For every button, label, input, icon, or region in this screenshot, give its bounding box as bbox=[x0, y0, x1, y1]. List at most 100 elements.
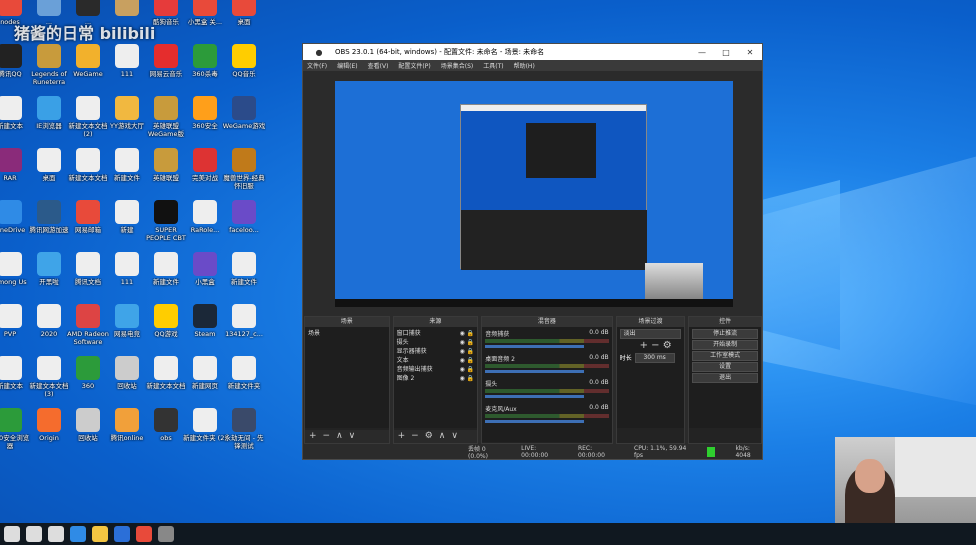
volume-fader[interactable] bbox=[485, 370, 584, 373]
app-icon bbox=[0, 200, 22, 224]
desktop-icon[interactable]: 新建文本文档 (3) bbox=[27, 356, 71, 398]
desktop-icon[interactable]: AMD Radeon Software bbox=[66, 304, 110, 346]
desktop-icon[interactable]: 111 bbox=[105, 252, 149, 294]
desktop-icon[interactable]: 网易邮箱 bbox=[66, 200, 110, 242]
store-icon[interactable] bbox=[114, 526, 130, 542]
desktop-icon[interactable]: 134127_c... bbox=[222, 304, 266, 346]
sources-controls[interactable]: +−⚙∧∨ bbox=[393, 430, 478, 443]
desktop-icon[interactable]: 网易云音乐 bbox=[144, 44, 188, 86]
windows-icon[interactable] bbox=[4, 526, 20, 542]
desktop-icon[interactable]: 桌面 bbox=[222, 0, 266, 34]
desktop-icon[interactable]: 新建文件 bbox=[144, 252, 188, 294]
visibility-lock-icon[interactable]: ◉ 🔒 bbox=[460, 338, 475, 347]
desktop-icon[interactable]: 新建文本文档 bbox=[144, 356, 188, 398]
sources-title: 来源 bbox=[393, 317, 478, 327]
volume-fader[interactable] bbox=[485, 420, 584, 423]
desktop-icon[interactable]: 360 bbox=[66, 356, 110, 398]
desktop-icon[interactable]: 2020 bbox=[27, 304, 71, 346]
menu-item[interactable]: 工具(T) bbox=[483, 61, 503, 70]
menu-item[interactable]: 编辑(E) bbox=[337, 61, 357, 70]
desktop-icon[interactable]: QQ音乐 bbox=[222, 44, 266, 86]
obs-preview[interactable] bbox=[335, 81, 733, 307]
scene-item[interactable]: 场景 bbox=[308, 329, 386, 338]
maximize-icon[interactable]: □ bbox=[714, 48, 738, 57]
menu-item[interactable]: 查看(V) bbox=[368, 61, 389, 70]
explorer-icon[interactable] bbox=[70, 526, 86, 542]
source-item[interactable]: 图像 2 ◉ 🔒 bbox=[397, 374, 475, 383]
scenes-controls[interactable]: +−∧∨ bbox=[305, 430, 389, 443]
visibility-lock-icon[interactable]: ◉ 🔒 bbox=[460, 347, 475, 356]
desktop-icon[interactable]: 111 bbox=[105, 44, 149, 86]
control-button[interactable]: 停止推流 bbox=[692, 329, 758, 339]
control-button[interactable]: 工作室模式 bbox=[692, 351, 758, 361]
desktop-icon[interactable]: RaRole... bbox=[183, 200, 227, 242]
close-icon[interactable]: ✕ bbox=[738, 48, 762, 57]
control-button[interactable]: 开始录制 bbox=[692, 340, 758, 350]
source-item[interactable]: 显示器捕获 ◉ 🔒 bbox=[397, 347, 475, 356]
menu-item[interactable]: 帮助(H) bbox=[514, 61, 535, 70]
desktop-icon[interactable]: 新建文本文档 (2) bbox=[66, 96, 110, 138]
desktop-icon[interactable]: 小黑盒 关... bbox=[183, 0, 227, 34]
control-button[interactable]: 设置 bbox=[692, 362, 758, 372]
desktop-icon[interactable]: 魔兽世界-经典怀旧服 bbox=[222, 148, 266, 190]
desktop-icon[interactable]: 完美对战 bbox=[183, 148, 227, 190]
visibility-lock-icon[interactable]: ◉ 🔒 bbox=[460, 356, 475, 365]
desktop-icon[interactable]: 小黑盒 bbox=[183, 252, 227, 294]
desktop-icon[interactable]: WeGame游戏 bbox=[222, 96, 266, 138]
search-icon[interactable] bbox=[26, 526, 42, 542]
desktop-icon[interactable]: obs bbox=[144, 408, 188, 450]
desktop-icon[interactable]: 360杀毒 bbox=[183, 44, 227, 86]
obs-window[interactable]: ● OBS 23.0.1 (64-bit, windows) - 配置文件: 未… bbox=[302, 43, 763, 460]
visibility-lock-icon[interactable]: ◉ 🔒 bbox=[460, 374, 475, 383]
desktop-icon[interactable]: 腾讯网游加速 bbox=[27, 200, 71, 242]
menu-item[interactable]: 场景集合(S) bbox=[441, 61, 474, 70]
desktop-icon[interactable]: Steam bbox=[183, 304, 227, 346]
desktop-icon[interactable]: 新建文件 bbox=[105, 148, 149, 190]
source-item[interactable]: 摄头 ◉ 🔒 bbox=[397, 338, 475, 347]
transition-add-remove[interactable]: + − ⚙ bbox=[620, 340, 682, 351]
task-view-icon[interactable] bbox=[48, 526, 64, 542]
desktop-icon[interactable]: 开黑啦 bbox=[27, 252, 71, 294]
desktop-icon[interactable]: YY游戏大厅 bbox=[105, 96, 149, 138]
desktop-icon[interactable]: 新建文件夹 bbox=[222, 356, 266, 398]
desktop-icon[interactable]: Origin bbox=[27, 408, 71, 450]
desktop-icon[interactable]: SUPER PEOPLE CBT bbox=[144, 200, 188, 242]
visibility-lock-icon[interactable]: ◉ 🔒 bbox=[460, 329, 475, 338]
desktop-icon[interactable]: faceloo... bbox=[222, 200, 266, 242]
desktop-icon[interactable]: IE浏览器 bbox=[27, 96, 71, 138]
minimize-icon[interactable]: — bbox=[690, 48, 714, 57]
source-item[interactable]: 窗口捕获 ◉ 🔒 bbox=[397, 329, 475, 338]
volume-fader[interactable] bbox=[485, 395, 584, 398]
menu-item[interactable]: 文件(F) bbox=[307, 61, 327, 70]
desktop-icon[interactable]: 桌面 bbox=[27, 148, 71, 190]
volume-fader[interactable] bbox=[485, 345, 584, 348]
desktop-icon[interactable]: 新建文本文档 bbox=[66, 148, 110, 190]
obs-titlebar[interactable]: ● OBS 23.0.1 (64-bit, windows) - 配置文件: 未… bbox=[303, 44, 762, 60]
desktop-icon[interactable]: 腾讯online bbox=[105, 408, 149, 450]
transition-select[interactable]: 淡出 bbox=[619, 329, 682, 339]
desktop-icon[interactable]: 回收站 bbox=[105, 356, 149, 398]
desktop-icon[interactable]: 新建网页 bbox=[183, 356, 227, 398]
desktop-icon[interactable]: WeGame bbox=[66, 44, 110, 86]
duration-input[interactable]: 300 ms bbox=[634, 353, 675, 363]
desktop-icon[interactable]: 新建文件 bbox=[222, 252, 266, 294]
desktop-icon[interactable]: 新建文件夹 (2) bbox=[183, 408, 227, 450]
edge-icon[interactable] bbox=[92, 526, 108, 542]
desktop-icon[interactable]: 新建 bbox=[105, 200, 149, 242]
desktop-icon[interactable]: Legends of Runeterra bbox=[27, 44, 71, 86]
desktop-icon[interactable]: 回收站 bbox=[66, 408, 110, 450]
desktop-icon[interactable]: 英雄联盟 WeGame版 bbox=[144, 96, 188, 138]
settings-icon[interactable] bbox=[158, 526, 174, 542]
source-item[interactable]: 音频输出捕获 ◉ 🔒 bbox=[397, 365, 475, 374]
desktop-icon[interactable]: 网易电竞 bbox=[105, 304, 149, 346]
obs-icon[interactable] bbox=[136, 526, 152, 542]
desktop-icon[interactable]: QQ游戏 bbox=[144, 304, 188, 346]
desktop-icon[interactable]: 360安全 bbox=[183, 96, 227, 138]
menu-item[interactable]: 配置文件(P) bbox=[398, 61, 430, 70]
source-item[interactable]: 文本 ◉ 🔒 bbox=[397, 356, 475, 365]
control-button[interactable]: 退出 bbox=[692, 373, 758, 383]
visibility-lock-icon[interactable]: ◉ 🔒 bbox=[460, 365, 475, 374]
desktop-icon[interactable]: 英雄联盟 bbox=[144, 148, 188, 190]
desktop-icon[interactable]: 永劫无间 - 先锋测试 bbox=[222, 408, 266, 450]
desktop-icon[interactable]: 腾讯文档 bbox=[66, 252, 110, 294]
